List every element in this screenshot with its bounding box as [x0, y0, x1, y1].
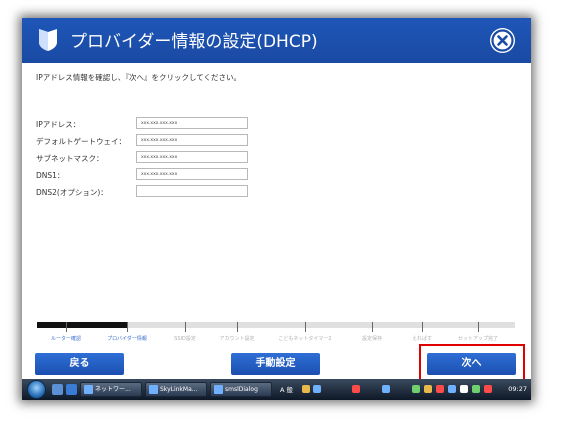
page-title: プロバイダー情報の設定(DHCP) — [70, 32, 318, 52]
app-icon — [149, 385, 158, 394]
dns2-field[interactable] — [136, 185, 248, 197]
step-complete: セットアップ完了 — [457, 336, 499, 342]
clock[interactable]: 09:27 — [508, 385, 527, 393]
back-button[interactable]: 戻る — [35, 353, 124, 375]
close-button[interactable] — [490, 28, 515, 53]
start-button[interactable] — [27, 380, 46, 399]
volume-icon[interactable] — [460, 385, 468, 393]
ip-address-row: IPアドレス： xxx.xxx.xxx.xxx — [36, 117, 276, 131]
app-icon — [214, 385, 223, 394]
ip-address-label: IPアドレス： — [36, 120, 81, 129]
tray-icon[interactable] — [436, 385, 444, 393]
step-ssid: SSID設定 — [174, 336, 196, 342]
subnet-mask-field[interactable]: xxx.xxx.xxx.xxx — [136, 151, 248, 163]
tray-icon[interactable] — [313, 385, 321, 393]
dns1-row: DNS1： xxx.xxx.xxx.xxx — [36, 168, 276, 182]
step-tick — [237, 322, 238, 332]
step-tick — [66, 322, 67, 332]
dns1-label: DNS1： — [36, 171, 65, 180]
taskbar-item-label: smslDialog — [225, 386, 258, 393]
step-router-check: ルーター確認 — [50, 336, 82, 342]
dns2-label: DNS2(オプション)： — [36, 188, 108, 197]
taskbar-item-smsl[interactable]: smslDialog — [210, 382, 272, 397]
show-desktop-icon[interactable] — [52, 384, 63, 395]
network-icon — [84, 385, 93, 394]
wizard-window: プロバイダー情報の設定(DHCP) IPアドレス情報を確認し、『次へ』をクリック… — [22, 18, 531, 400]
progress-fill — [37, 322, 128, 328]
taskbar-item-network[interactable]: ネットワー... — [80, 382, 142, 397]
step-tick — [127, 322, 128, 332]
progress-bar — [37, 322, 515, 328]
manual-settings-button[interactable]: 手動設定 — [231, 353, 320, 375]
network-tray-icon[interactable] — [472, 385, 480, 393]
tray-icon[interactable] — [352, 385, 360, 393]
step-tick — [422, 322, 423, 332]
gateway-field[interactable]: xxx.xxx.xxx.xxx — [136, 134, 248, 146]
subnet-mask-label: サブネットマスク： — [36, 154, 104, 163]
step-provider-info: プロバイダー情報 — [107, 336, 147, 342]
step-tick — [372, 322, 373, 332]
ip-address-field[interactable]: xxx.xxx.xxx.xxx — [136, 117, 248, 129]
shield-icon — [39, 29, 57, 51]
quick-launch-icon[interactable] — [66, 384, 77, 395]
tray-icon[interactable] — [484, 385, 492, 393]
taskbar: ネットワー... SkyLinkMa... smslDialog A 般 09:… — [22, 379, 531, 400]
gateway-label: デフォルトゲートウェイ： — [36, 137, 126, 146]
dns1-field[interactable]: xxx.xxx.xxx.xxx — [136, 168, 248, 180]
taskbar-item-skylink[interactable]: SkyLinkMa... — [145, 382, 207, 397]
tray-icon[interactable] — [448, 385, 456, 393]
step-save: 設定保存 — [361, 336, 383, 342]
tray-icon[interactable] — [382, 385, 390, 393]
gateway-row: デフォルトゲートウェイ： xxx.xxx.xxx.xxx — [36, 134, 276, 148]
dns2-row: DNS2(オプション)： — [36, 185, 276, 199]
tray-icon[interactable] — [424, 385, 432, 393]
tray-icon[interactable] — [302, 385, 310, 393]
subnet-mask-row: サブネットマスク： xxx.xxx.xxx.xxx — [36, 151, 276, 165]
step-tick — [478, 322, 479, 332]
step-erepasu: えれぱす — [411, 336, 433, 342]
step-tick — [185, 322, 186, 332]
step-account: アカウント設定 — [219, 336, 255, 342]
step-tick — [305, 322, 306, 332]
highlight-box — [419, 344, 525, 382]
step-kids-timer: こどもネットタイマー2 — [278, 336, 332, 342]
taskbar-item-label: ネットワー... — [95, 386, 131, 393]
close-icon — [491, 29, 514, 52]
tray-icon[interactable] — [412, 385, 420, 393]
title-bar: プロバイダー情報の設定(DHCP) — [22, 18, 531, 63]
instruction-text: IPアドレス情報を確認し、『次へ』をクリックしてください。 — [36, 73, 242, 82]
taskbar-item-label: SkyLinkMa... — [160, 386, 198, 393]
ime-indicator[interactable]: A 般 — [280, 384, 293, 394]
